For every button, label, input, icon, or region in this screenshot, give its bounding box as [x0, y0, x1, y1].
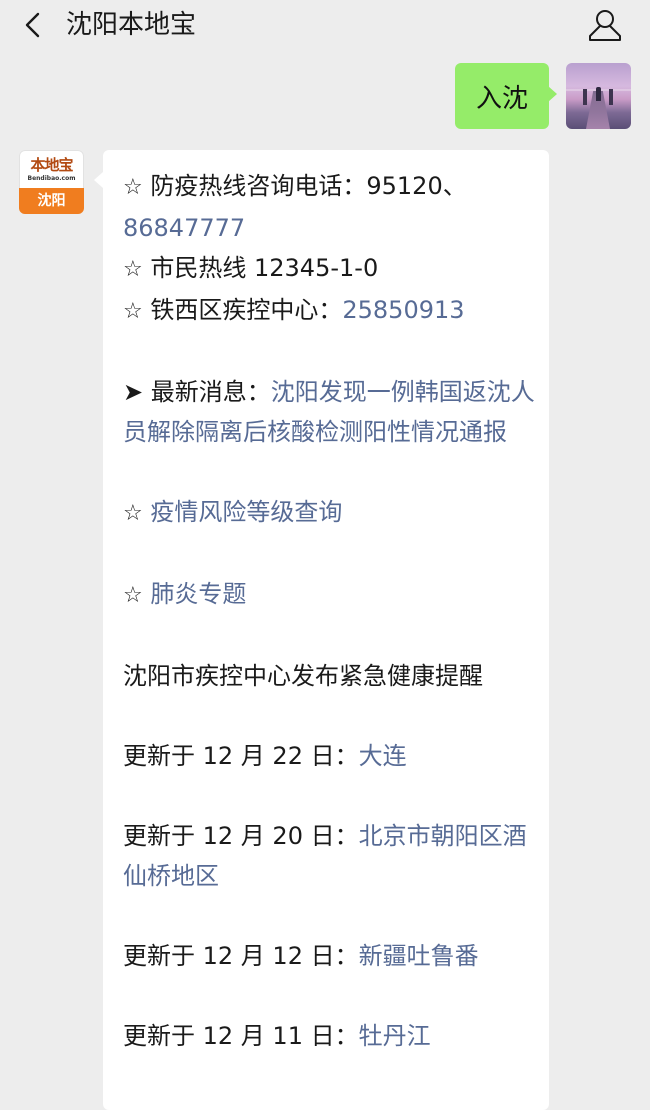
outgoing-message-bubble[interactable]: 入沈 — [455, 63, 557, 129]
back-button[interactable] — [20, 8, 50, 42]
star-icon: ☆ — [123, 175, 143, 200]
star-icon: ☆ — [123, 501, 143, 526]
star-icon: ☆ — [123, 257, 143, 282]
logo-city: 沈阳 — [19, 188, 84, 214]
update-item: 更新于 12 月 20 日：北京市朝阳区酒仙桥地区 — [123, 816, 538, 896]
chevron-left-icon — [25, 12, 40, 38]
top-bar: 沈阳本地宝 — [0, 0, 650, 50]
update-item: 更新于 12 月 22 日：大连 — [123, 736, 538, 776]
tiexi-cdc-line: ☆ 铁西区疾控中心：25850913 — [123, 290, 538, 332]
update-item: 更新于 12 月 11 日：牡丹江 — [123, 1016, 538, 1056]
arrow-icon: ➤ — [123, 378, 144, 406]
my-avatar[interactable] — [566, 63, 631, 129]
star-icon: ☆ — [123, 583, 143, 608]
latest-news-line: ➤ 最新消息：沈阳发现一例韩国返沈人员解除隔离后核酸检测阳性情况通报 — [123, 372, 538, 452]
update-label: 更新于 12 月 22 日： — [123, 742, 359, 770]
citizen-hotline-line: ☆ 市民热线 12345-1-0 — [123, 248, 538, 290]
update-link[interactable]: 大连 — [359, 742, 407, 770]
chat-title: 沈阳本地宝 — [66, 10, 197, 40]
risk-query-link[interactable]: 疫情风险等级查询 — [150, 498, 342, 526]
message-content: ☆ 防疫热线咨询电话：95120、 86847777 ☆ 市民热线 12345-1… — [123, 166, 538, 1056]
update-link[interactable]: 牡丹江 — [359, 1022, 431, 1050]
tiexi-cdc-number-link[interactable]: 25850913 — [342, 296, 464, 324]
update-label: 更新于 12 月 20 日： — [123, 822, 359, 850]
update-link[interactable]: 新疆吐鲁番 — [359, 942, 479, 970]
update-item: 更新于 12 月 12 日：新疆吐鲁番 — [123, 936, 538, 976]
avatar-post — [609, 89, 613, 105]
risk-query-line: ☆ 疫情风险等级查询 — [123, 492, 538, 534]
update-label: 更新于 12 月 12 日： — [123, 942, 359, 970]
health-alert-line: 沈阳市疾控中心发布紧急健康提醒 — [123, 662, 483, 690]
latest-news-label: 最新消息： — [150, 378, 271, 406]
tiexi-cdc-label: 铁西区疾控中心： — [150, 296, 343, 324]
profile-button[interactable] — [586, 6, 624, 44]
hotline-line: ☆ 防疫热线咨询电话：95120、 86847777 — [123, 166, 538, 248]
logo-text: 本地宝 — [30, 156, 73, 174]
pneumonia-topic-line: ☆ 肺炎专题 — [123, 574, 538, 616]
update-label: 更新于 12 月 11 日： — [123, 1022, 359, 1050]
person-icon — [589, 10, 621, 41]
logo-url: Bendibao.com — [27, 175, 76, 182]
outgoing-message-row: 入沈 — [0, 63, 650, 131]
citizen-hotline-label: 市民热线 12345-1-0 — [150, 254, 379, 282]
hotline-number-link[interactable]: 86847777 — [123, 214, 245, 242]
avatar-post — [583, 89, 587, 105]
hotline-label: 防疫热线咨询电话：95120、 — [150, 172, 467, 200]
bendibao-avatar[interactable]: 本地宝 Bendibao.com 沈阳 — [19, 150, 84, 214]
avatar-figure — [596, 87, 601, 101]
star-icon: ☆ — [123, 299, 143, 324]
pneumonia-topic-link[interactable]: 肺炎专题 — [150, 580, 246, 608]
incoming-message-bubble: ☆ 防疫热线咨询电话：95120、 86847777 ☆ 市民热线 12345-1… — [94, 150, 549, 1110]
